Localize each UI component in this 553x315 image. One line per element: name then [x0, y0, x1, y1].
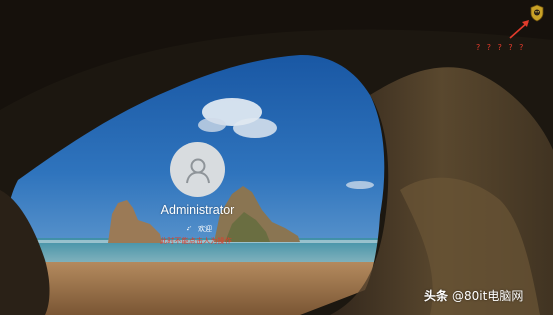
user-silhouette-icon — [185, 158, 210, 183]
watermark-brand: 头条 — [424, 289, 449, 303]
username-label: Administrator — [160, 203, 235, 217]
spinner-icon — [186, 225, 192, 230]
status-text: 欢迎 — [198, 225, 212, 233]
arrow-annotation-icon — [509, 20, 529, 39]
annotation-note: 此时不能点击人为操作 — [160, 237, 232, 245]
lock-screen: Administrator 欢迎 此时不能点击人为操作 ? ? ? ? ? 头条… — [0, 0, 553, 315]
question-marks: ? ? ? ? ? — [476, 43, 526, 52]
login-panel: Administrator 欢迎 此时不能点击人为操作 — [0, 0, 553, 315]
watermark-handle: @80it电脑网 — [452, 289, 524, 303]
watermark: 头条 @80it电脑网 — [424, 287, 523, 304]
signin-status: 欢迎 — [186, 223, 212, 235]
user-avatar — [170, 142, 225, 197]
